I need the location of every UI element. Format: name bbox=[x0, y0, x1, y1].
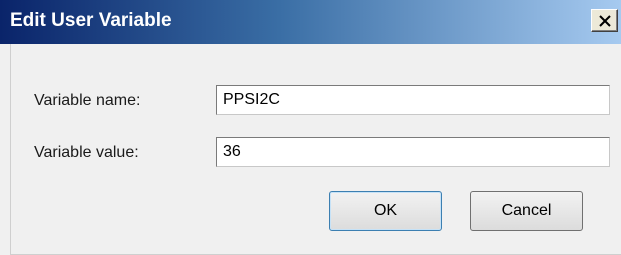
title-bar[interactable]: Edit User Variable bbox=[0, 0, 621, 44]
variable-name-input[interactable] bbox=[216, 85, 610, 115]
variable-name-label: Variable name: bbox=[34, 92, 141, 109]
close-button[interactable] bbox=[591, 9, 618, 32]
cancel-button[interactable]: Cancel bbox=[470, 191, 583, 231]
edit-user-variable-dialog: Edit User Variable Variable name: Variab… bbox=[0, 0, 621, 255]
variable-value-label: Variable value: bbox=[34, 144, 139, 161]
variable-value-input[interactable] bbox=[216, 137, 610, 167]
dialog-title: Edit User Variable bbox=[10, 10, 172, 31]
ok-button[interactable]: OK bbox=[329, 191, 442, 231]
close-icon bbox=[598, 14, 611, 27]
